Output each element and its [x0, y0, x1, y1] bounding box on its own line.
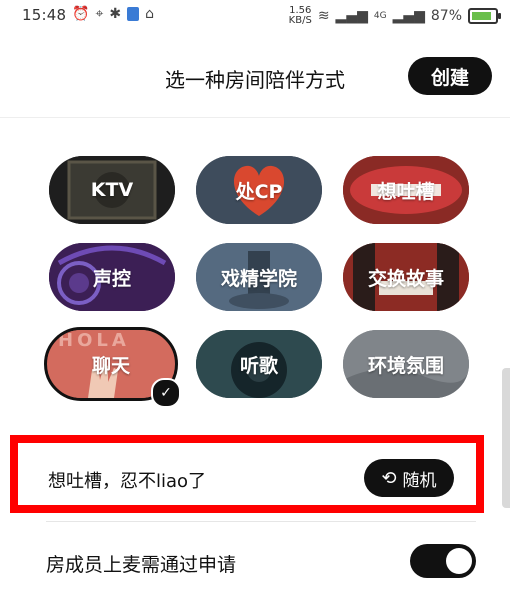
- alarm-icon: ⏰: [72, 6, 90, 22]
- shield-icon: [127, 7, 140, 21]
- room-type-ktv[interactable]: KTV: [49, 156, 175, 224]
- divider: [46, 521, 476, 522]
- wifi-icon: ≋: [317, 8, 330, 24]
- qq-icon: ⌂: [145, 6, 154, 22]
- battery-percent: 87%: [430, 8, 462, 24]
- selected-check-icon: ✓: [151, 378, 181, 408]
- battery-icon: [468, 8, 501, 24]
- signal-icon: ▂▄▆: [335, 8, 368, 24]
- bluetooth-icon: ✱: [109, 6, 122, 22]
- room-type-cp[interactable]: 处CP: [196, 156, 322, 224]
- mic-approval-toggle[interactable]: [410, 544, 476, 578]
- signal-4g-label: 4G: [373, 11, 387, 21]
- room-type-drama[interactable]: 戏精学院: [196, 243, 322, 311]
- location-icon: ⌖: [95, 6, 104, 22]
- refresh-icon: ⟲: [381, 467, 397, 489]
- mic-approval-label: 房成员上麦需通过申请: [46, 554, 237, 576]
- room-type-grid: KTV 处CP 想吐槽 声控 戏精学院 交换故事 HOLA 聊天 ✓ 听歌 环境…: [0, 150, 510, 410]
- room-type-music[interactable]: 听歌: [196, 330, 322, 398]
- room-type-ambience[interactable]: 环境氛围: [343, 330, 469, 398]
- topic-box: 想吐槽，忍不liao了 ⟲ 随机: [10, 435, 484, 513]
- status-time: 15:48: [22, 6, 67, 24]
- topic-text[interactable]: 想吐槽，忍不liao了: [48, 467, 206, 493]
- create-button[interactable]: 创建: [408, 57, 492, 95]
- svg-text:HOLA: HOLA: [58, 330, 130, 351]
- network-speed: 1.56 KB/S: [288, 5, 312, 26]
- scrollbar[interactable]: [502, 368, 510, 508]
- status-bar: 15:48 ⏰ ⌖ ✱ ⌂ 1.56 KB/S ≋ ▂▄▆ 4G ▂▄▆ 87%: [0, 0, 510, 32]
- room-type-rant[interactable]: 想吐槽: [343, 156, 469, 224]
- signal-icon-2: ▂▄▆: [392, 8, 425, 24]
- room-type-story[interactable]: 交换故事: [343, 243, 469, 311]
- random-button[interactable]: ⟲ 随机: [364, 459, 454, 497]
- toggle-knob: [446, 548, 472, 574]
- random-label: 随机: [402, 470, 437, 491]
- divider: [0, 117, 510, 118]
- room-type-voice[interactable]: 声控: [49, 243, 175, 311]
- mic-approval-setting: 房成员上麦需通过申请: [46, 542, 476, 582]
- header: 选一种房间陪伴方式 创建: [0, 48, 510, 108]
